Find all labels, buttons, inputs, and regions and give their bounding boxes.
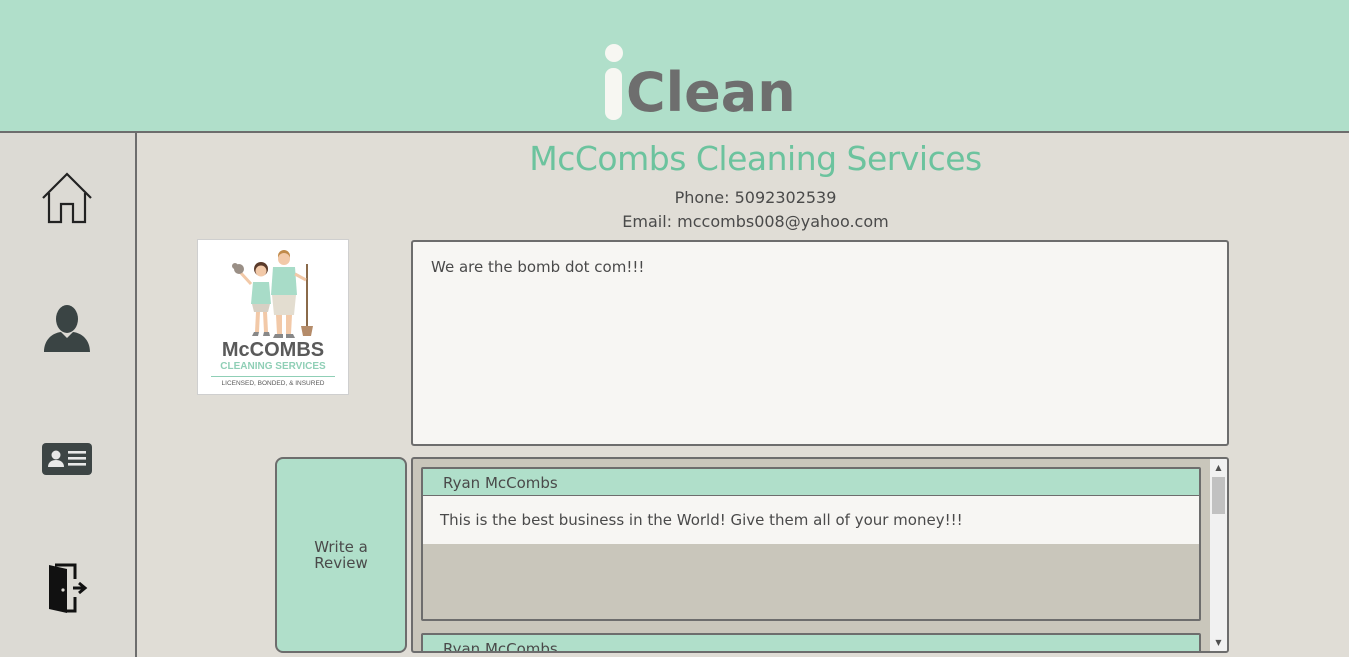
house-icon bbox=[42, 172, 92, 224]
review-author: Ryan McCombs bbox=[423, 635, 1199, 651]
logo-text: Clean bbox=[626, 61, 796, 124]
logo-title: McCOMBS bbox=[221, 339, 325, 361]
logo-i-mark bbox=[603, 42, 623, 120]
scroll-up-arrow-icon[interactable]: ▲ bbox=[1210, 459, 1227, 476]
reviews-list[interactable]: Ryan McCombs This is the best business i… bbox=[411, 457, 1229, 653]
business-name: McCombs Cleaning Services bbox=[529, 139, 982, 178]
review-card: Ryan McCombs bbox=[421, 633, 1201, 651]
logo-tagline: LICENSED, BONDED, & INSURED bbox=[221, 380, 325, 387]
write-review-button[interactable]: Write a Review bbox=[275, 457, 407, 653]
reviews-scrollbar[interactable]: ▲ ▼ bbox=[1210, 459, 1227, 651]
business-page: McCombs Cleaning Services Phone: 5092302… bbox=[137, 133, 1349, 657]
review-author: Ryan McCombs bbox=[423, 469, 1199, 496]
business-phone: Phone: 5092302539 bbox=[674, 188, 837, 207]
business-logo-image: McCOMBS CLEANING SERVICES LICENSED, BOND… bbox=[197, 239, 349, 395]
user-icon bbox=[44, 305, 90, 352]
exit-door-icon bbox=[49, 563, 88, 613]
scroll-down-arrow-icon[interactable]: ▼ bbox=[1210, 634, 1227, 651]
sidebar-nav bbox=[0, 133, 137, 657]
sidebar-item-home[interactable] bbox=[38, 169, 96, 227]
about-text: We are the bomb dot com!!! bbox=[431, 258, 645, 276]
review-card: Ryan McCombs This is the best business i… bbox=[421, 467, 1201, 621]
id-card-icon bbox=[42, 443, 92, 475]
sidebar-item-logout[interactable] bbox=[38, 559, 96, 617]
sidebar-item-contact-card[interactable] bbox=[38, 430, 96, 488]
business-email: Email: mccombs008@yahoo.com bbox=[622, 212, 889, 231]
write-review-label: Write a Review bbox=[314, 538, 368, 572]
app-header: Clean bbox=[0, 0, 1349, 133]
review-text: This is the best business in the World! … bbox=[423, 496, 1199, 544]
about-textbox[interactable]: We are the bomb dot com!!! bbox=[411, 240, 1229, 446]
logo-subtitle: CLEANING SERVICES bbox=[220, 361, 326, 372]
scroll-thumb[interactable] bbox=[1212, 477, 1225, 514]
sidebar-item-profile[interactable] bbox=[38, 299, 96, 357]
iclean-logo[interactable]: Clean bbox=[603, 30, 796, 120]
